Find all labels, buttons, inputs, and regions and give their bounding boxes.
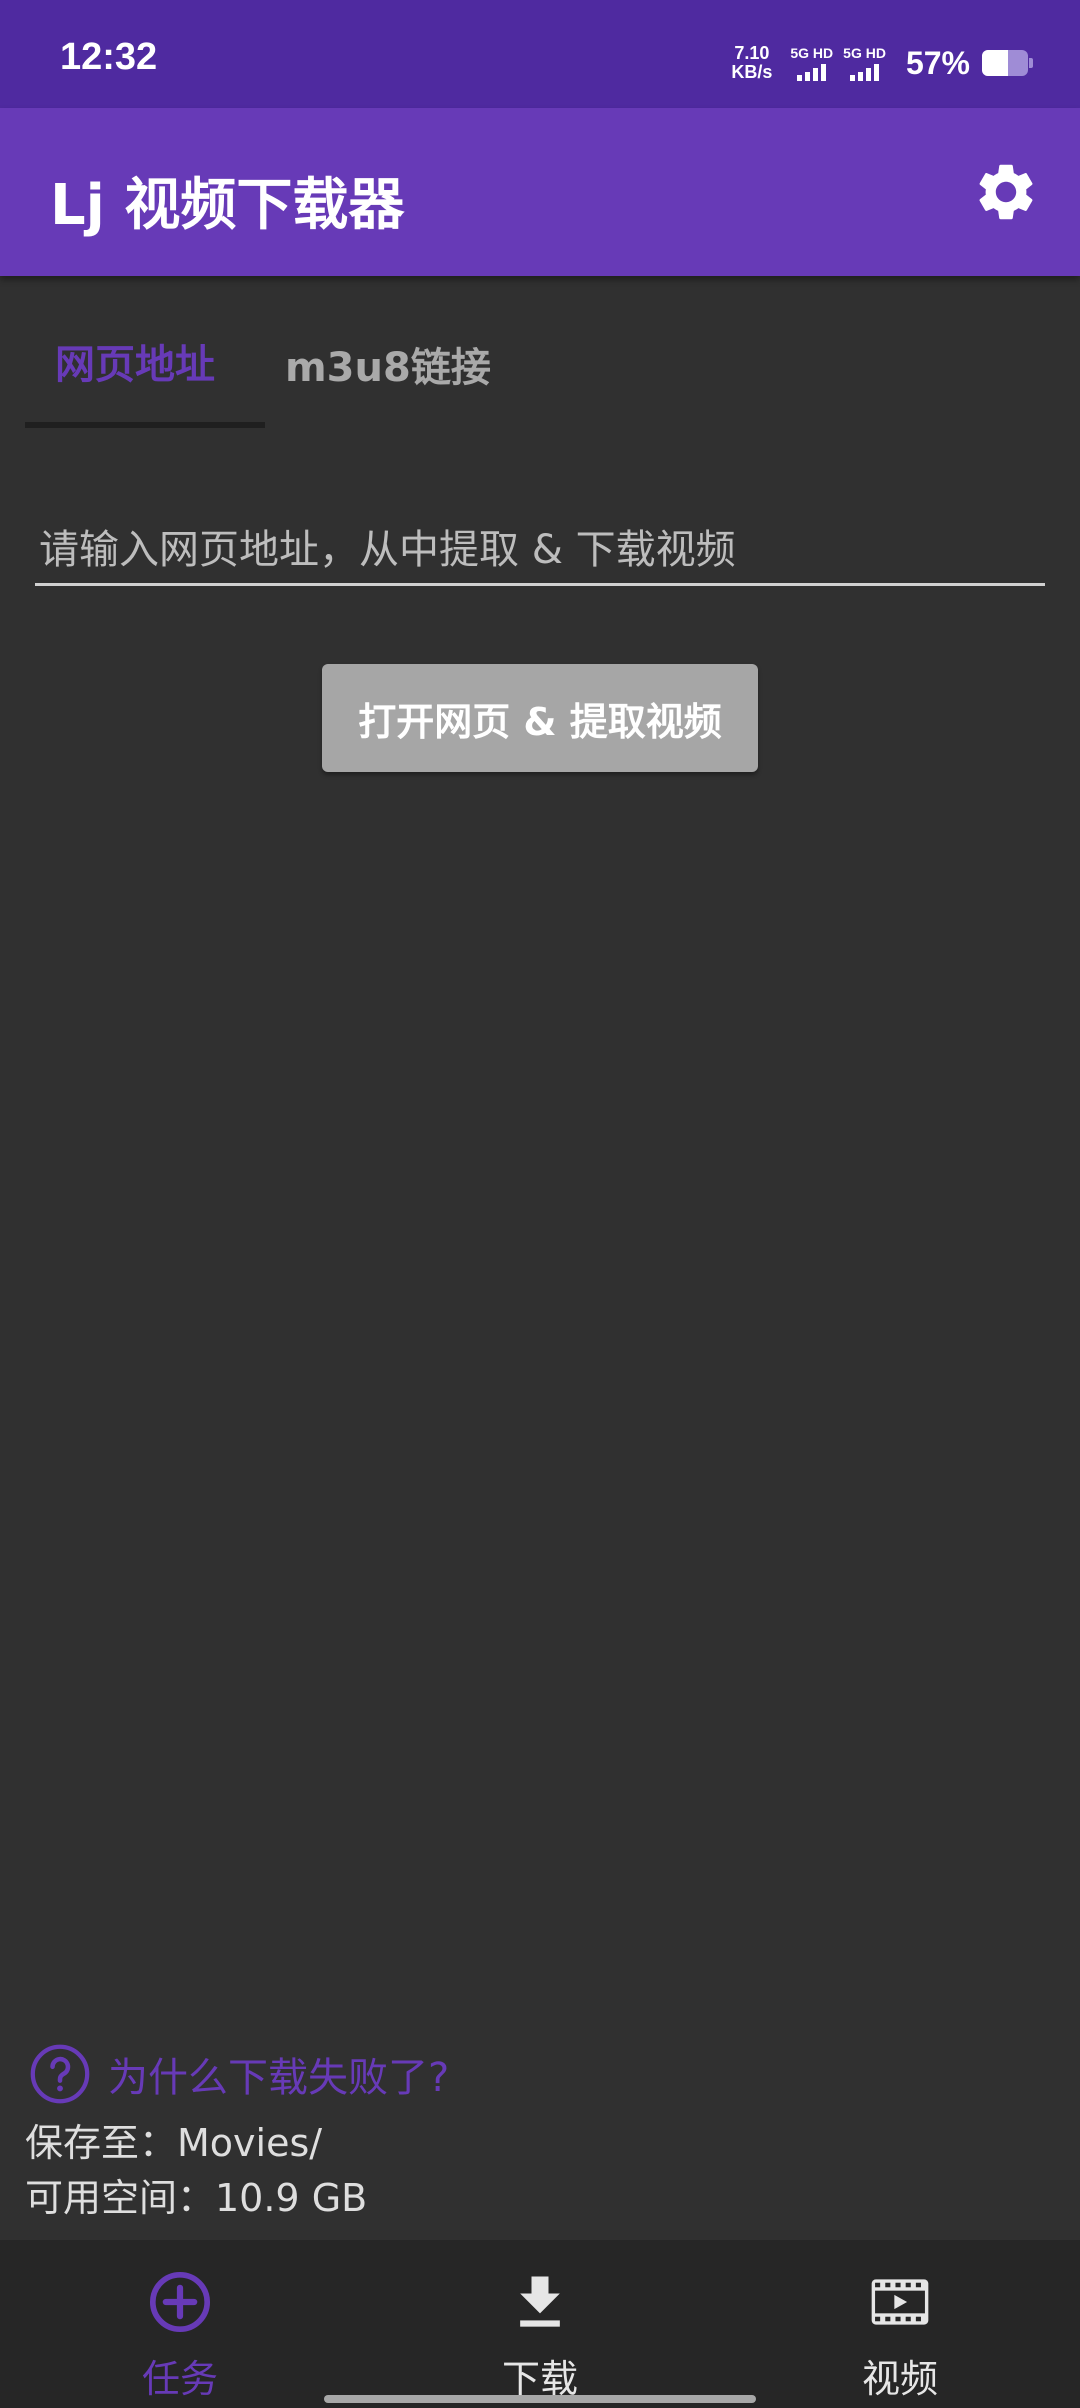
- signal-bars-icon: [797, 63, 827, 81]
- sim2-signal: 5G HD: [843, 45, 886, 81]
- app-title: Lj 视频下载器: [50, 173, 405, 238]
- signal-bars-icon: [850, 63, 880, 81]
- help-link[interactable]: 为什么下载失败了?: [28, 2042, 449, 2106]
- url-input[interactable]: [35, 516, 1045, 586]
- nav-item-videos[interactable]: 视频: [720, 2240, 1080, 2408]
- open-extract-button[interactable]: 打开网页 & 提取视频: [322, 664, 758, 772]
- add-circle-icon: [149, 2271, 211, 2333]
- status-indicators: 7.10 KB/s 5G HD 5G HD 57%: [731, 40, 1033, 86]
- nav-item-downloads[interactable]: 下载: [360, 2240, 720, 2408]
- sim1-signal: 5G HD: [790, 45, 833, 81]
- help-circle-icon: [30, 2044, 90, 2104]
- network-speed-unit: KB/s: [731, 62, 773, 82]
- tab-webpage-url[interactable]: 网页地址: [25, 300, 265, 428]
- gesture-bar[interactable]: [324, 2395, 756, 2403]
- battery-icon: [982, 50, 1033, 76]
- status-bar: 12:32 7.10 KB/s 5G HD 5G HD 57%: [0, 0, 1080, 108]
- nav-label-videos: 视频: [861, 2357, 938, 2401]
- download-icon: [520, 2276, 560, 2327]
- nav-label-tasks: 任务: [141, 2357, 218, 2401]
- sim2-label: 5G HD: [843, 45, 886, 61]
- save-path: 保存至：Movies/: [25, 2121, 323, 2165]
- network-speed: 7.10 KB/s: [731, 44, 772, 82]
- bottom-nav: 任务 下载 视频: [0, 2240, 1080, 2408]
- settings-button[interactable]: [972, 158, 1040, 226]
- help-text: 为什么下载失败了?: [108, 2055, 450, 2101]
- status-time: 12:32: [60, 36, 158, 78]
- tab-bar: 网页地址 m3u8链接: [25, 300, 521, 432]
- network-speed-value: 7.10: [734, 43, 770, 63]
- free-space: 可用空间：10.9 GB: [25, 2176, 368, 2220]
- battery-percent: 57%: [905, 44, 970, 81]
- tab-m3u8-link[interactable]: m3u8链接: [265, 300, 521, 428]
- film-icon: [871, 2279, 929, 2325]
- nav-item-tasks[interactable]: 任务: [0, 2240, 360, 2408]
- app-bar: Lj 视频下载器: [0, 108, 1080, 276]
- sim1-label: 5G HD: [790, 45, 834, 61]
- gear-icon: [979, 164, 1033, 220]
